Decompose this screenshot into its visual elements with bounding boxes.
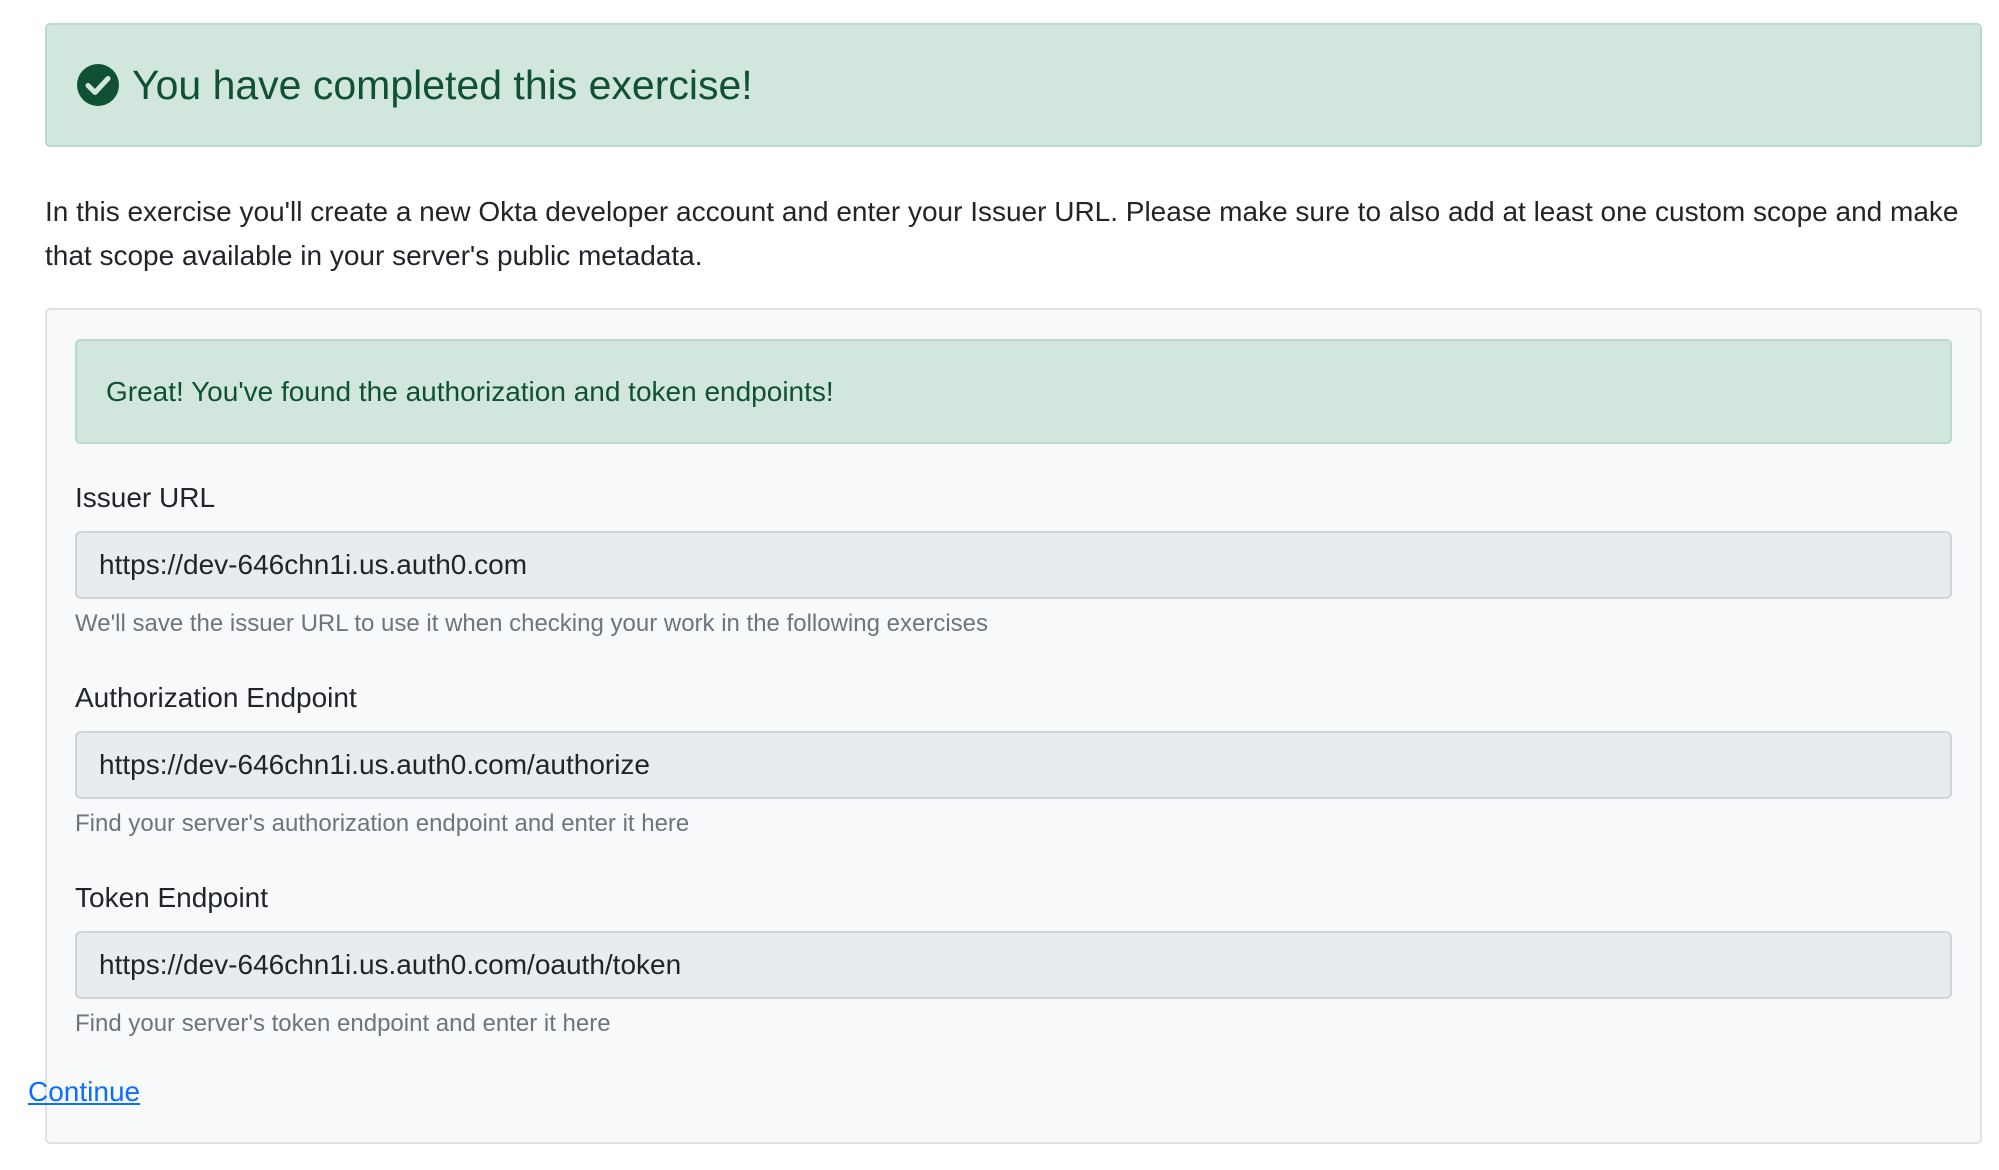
issuer-url-input[interactable] [75, 531, 1952, 599]
completed-message: You have completed this exercise! [132, 61, 753, 108]
issuer-url-label: Issuer URL [75, 482, 216, 513]
issuer-url-help: We'll save the issuer URL to use it when… [75, 610, 988, 637]
authorization-endpoint-label: Authorization Endpoint [75, 682, 357, 713]
authorization-endpoint-help: Find your server's authorization endpoin… [75, 810, 690, 837]
completed-banner: You have completed this exercise! [45, 23, 1982, 147]
exercise-form-card: Great! You've found the authorization an… [45, 308, 1982, 1144]
authorization-endpoint-input[interactable] [75, 731, 1952, 799]
token-endpoint-label: Token Endpoint [75, 882, 269, 913]
continue-link[interactable]: Continue [28, 1076, 140, 1108]
exercise-description: In this exercise you'll create a new Okt… [45, 196, 1959, 271]
success-alert: Great! You've found the authorization an… [75, 339, 1952, 444]
page: You have completed this exercise! In thi… [0, 0, 1999, 1170]
check-circle-icon [77, 64, 119, 106]
token-endpoint-help: Find your server's token endpoint and en… [75, 1010, 611, 1037]
token-endpoint-input[interactable] [75, 931, 1952, 999]
